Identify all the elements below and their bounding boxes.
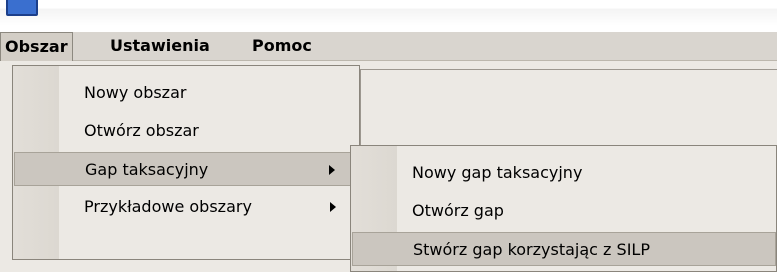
menu-item-nowy-obszar[interactable]: Nowy obszar: [14, 76, 358, 110]
menu-item-stworz-gap-silp[interactable]: Stwórz gap korzystając z SILP: [352, 232, 776, 266]
menu-item-gap-taksacyjny[interactable]: Gap taksacyjny: [14, 152, 358, 186]
menu-item-label: Otwórz obszar: [84, 121, 199, 140]
menu-bar: Obszar Ustawienia Pomoc: [0, 32, 777, 61]
menu-pomoc[interactable]: Pomoc: [248, 32, 316, 60]
menu-item-label: Otwórz gap: [412, 201, 504, 220]
menu-item-nowy-gap-taksacyjny[interactable]: Nowy gap taksacyjny: [352, 156, 776, 190]
menu-item-label: Nowy gap taksacyjny: [412, 163, 583, 182]
menu-item-przykladowe-obszary[interactable]: Przykładowe obszary: [14, 190, 358, 224]
menu-item-label: Stwórz gap korzystając z SILP: [413, 240, 650, 259]
menu-item-label: Przykładowe obszary: [84, 197, 252, 216]
title-bar: [0, 0, 777, 26]
menu-item-label: Nowy obszar: [84, 83, 187, 102]
app-icon: [6, 0, 38, 16]
application-window: Obszar Ustawienia Pomoc Nowy obszar Otwó…: [0, 0, 777, 272]
chevron-right-icon: [329, 165, 335, 175]
obszar-dropdown-menu: Nowy obszar Otwórz obszar Gap taksacyjny…: [12, 65, 360, 260]
menu-item-otworz-gap[interactable]: Otwórz gap: [352, 194, 776, 228]
menu-item-otworz-obszar[interactable]: Otwórz obszar: [14, 114, 358, 148]
gap-taksacyjny-submenu: Nowy gap taksacyjny Otwórz gap Stwórz ga…: [350, 145, 777, 272]
chevron-right-icon: [330, 202, 336, 212]
menu-item-label: Gap taksacyjny: [85, 160, 209, 179]
menu-ustawienia[interactable]: Ustawienia: [106, 32, 214, 60]
menu-obszar[interactable]: Obszar: [0, 32, 73, 61]
